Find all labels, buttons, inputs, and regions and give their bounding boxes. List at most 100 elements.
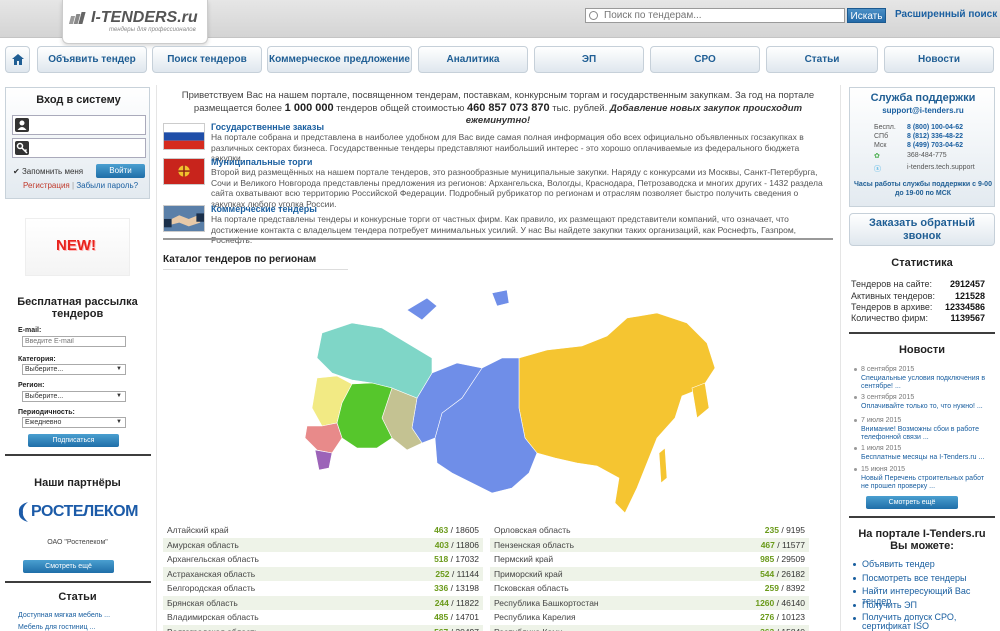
region-name[interactable]: Архангельская область <box>167 552 259 567</box>
map-region-sakhalin[interactable] <box>658 447 668 484</box>
rostelecom-logo[interactable]: РОСТЕЛЕКОМ <box>16 500 142 526</box>
map-region-kamchatka[interactable] <box>691 382 710 419</box>
region-row[interactable]: Брянская область 244 / 11822 <box>163 595 483 611</box>
news-link[interactable]: Специальные условия подключения в сентяб… <box>853 375 991 392</box>
support-skype[interactable]: i-tenders.tech.support <box>907 164 975 171</box>
nav-articles[interactable]: Статьи <box>766 46 878 73</box>
remember-me-checkbox[interactable]: ✔ Запомнить меня <box>13 167 83 176</box>
region-select[interactable]: Выберите... ▼ <box>22 391 126 402</box>
region-name[interactable]: Псковская область <box>494 581 569 596</box>
region-row[interactable]: Пензенская область 467 / 11577 <box>490 537 809 553</box>
password-field[interactable] <box>12 138 146 158</box>
region-name[interactable]: Астраханская область <box>167 567 255 582</box>
can-do-link[interactable]: Получить допуск СРО, сертификат ISO <box>853 613 1000 631</box>
news-link[interactable]: Бесплатные месяцы на I-Tenders.ru ... <box>853 454 991 463</box>
region-name[interactable]: Республика Башкортостан <box>494 596 599 611</box>
news-item[interactable]: 7 июля 2015 Внимание! Возможны сбои в раб… <box>853 417 991 443</box>
map-region-arctic-islands[interactable] <box>406 289 510 321</box>
region-row[interactable]: Архангельская область 518 / 17032 <box>163 552 483 567</box>
nav-search-tenders[interactable]: Поиск тендеров <box>152 46 262 73</box>
site-logo[interactable]: I-TENDERS.ru тендеры для профессионалов <box>62 0 208 44</box>
region-row[interactable]: Приморский край 544 / 26182 <box>490 566 809 582</box>
section-text: На портале представлены тендеры и конкур… <box>211 214 797 245</box>
news-link[interactable]: Новый Перечень строительных работ не про… <box>853 475 991 492</box>
news-link[interactable]: Оплачивайте только то, что нужно! ... <box>853 403 991 412</box>
region-name[interactable]: Пермский край <box>494 552 553 567</box>
region-row[interactable]: Алтайский край 463 / 18605 <box>163 523 483 538</box>
new-badge[interactable]: NEW! <box>25 218 130 276</box>
article-link[interactable]: Доступная мягкая мебель ... <box>18 612 110 619</box>
can-do-link[interactable]: Объявить тендер <box>853 559 935 569</box>
news-link[interactable]: Внимание! Возможны сбои в работе телефон… <box>853 426 991 443</box>
bullet-icon <box>854 368 857 371</box>
section-title[interactable]: Муниципальные торги <box>211 157 312 167</box>
news-item[interactable]: 3 сентября 2015 Оплачивайте только то, чт… <box>853 394 991 411</box>
can-do-link[interactable]: Получить ЭП <box>853 600 917 610</box>
region-name[interactable]: Орловская область <box>494 523 571 538</box>
region-row[interactable]: Владимирская область 485 / 14701 <box>163 610 483 625</box>
can-do-link[interactable]: Посмотреть все тендеры <box>853 573 967 583</box>
region-row[interactable]: Волгоградская область 567 / 20497 <box>163 624 483 631</box>
count-separator: / <box>448 597 456 608</box>
news-more-button[interactable]: Смотреть ещё <box>866 496 958 509</box>
region-row[interactable]: Республика Башкортостан 1260 / 46140 <box>490 595 809 611</box>
username-field[interactable] <box>12 115 146 135</box>
partners-more-button[interactable]: Смотреть ещё <box>23 560 114 573</box>
region-row[interactable]: Орловская область 235 / 9195 <box>490 523 809 538</box>
russia-regions-map[interactable] <box>297 288 720 520</box>
icq-icon: ✿ <box>874 153 880 160</box>
search-button[interactable]: Искать <box>847 8 886 23</box>
support-phone[interactable]: 8 (499) 703-04-62 <box>907 142 963 149</box>
period-select[interactable]: Ежедневно ▼ <box>22 417 126 428</box>
region-name[interactable]: Республика Карелия <box>494 610 576 625</box>
news-item[interactable]: 1 июля 2015 Бесплатные месяцы на I-Tender… <box>853 445 991 462</box>
news-item[interactable]: 8 сентября 2015 Специальные условия подкл… <box>853 366 991 392</box>
map-region-far-east[interactable] <box>518 312 716 514</box>
region-row[interactable]: Республика Коми 363 / 15840 <box>490 624 809 631</box>
nav-analytics[interactable]: Аналитика <box>418 46 528 73</box>
nav-ep[interactable]: ЭП <box>534 46 644 73</box>
article-link[interactable]: Мебель для гостиниц ... <box>18 624 95 631</box>
section-title[interactable]: Государственные заказы <box>211 122 324 132</box>
search-input[interactable] <box>585 8 845 23</box>
region-row[interactable]: Амурская область 403 / 11806 <box>163 537 483 553</box>
region-row[interactable]: Пермский край 985 / 29509 <box>490 552 809 567</box>
email-field[interactable] <box>22 336 126 347</box>
region-name[interactable]: Брянская область <box>167 596 238 611</box>
support-email-link[interactable]: support@i-tenders.ru <box>850 106 996 115</box>
region-name[interactable]: Белгородская область <box>167 581 255 596</box>
category-select[interactable]: Выберите... ▼ <box>22 364 126 375</box>
region-name[interactable]: Республика Коми <box>494 625 563 631</box>
subscribe-button[interactable]: Подписаться <box>28 434 119 447</box>
region-name[interactable]: Владимирская область <box>167 610 259 625</box>
callback-button[interactable]: Заказать обратный звонок <box>849 213 995 246</box>
region-row[interactable]: Республика Карелия 276 / 10123 <box>490 610 809 625</box>
nav-news[interactable]: Новости <box>884 46 994 73</box>
home-button[interactable] <box>5 46 30 73</box>
map-region-north-caucasus[interactable] <box>314 449 333 471</box>
advanced-search-link[interactable]: Расширенный поиск <box>895 9 997 20</box>
register-link[interactable]: Регистрация <box>23 181 70 190</box>
region-name[interactable]: Алтайский край <box>167 523 229 538</box>
home-icon <box>12 54 24 65</box>
support-phone[interactable]: 8 (812) 336-48-22 <box>907 133 963 140</box>
logo-bars-icon <box>68 12 86 24</box>
nav-sro[interactable]: СРО <box>650 46 760 73</box>
region-name[interactable]: Приморский край <box>494 567 563 582</box>
login-button[interactable]: Войти <box>96 164 145 178</box>
region-name[interactable]: Волгоградская область <box>167 625 259 631</box>
support-phone[interactable]: 8 (800) 100-04-62 <box>907 124 963 131</box>
region-name[interactable]: Амурская область <box>167 538 239 553</box>
region-row[interactable]: Белгородская область 336 / 13198 <box>163 581 483 596</box>
nav-announce-tender[interactable]: Объявить тендер <box>37 46 147 73</box>
region-name[interactable]: Пензенская область <box>494 538 574 553</box>
support-icq[interactable]: 368-484-775 <box>907 152 947 159</box>
region-row[interactable]: Астраханская область 252 / 11144 <box>163 566 483 582</box>
map-region-south[interactable] <box>304 422 343 454</box>
region-row[interactable]: Псковская область 259 / 8392 <box>490 581 809 596</box>
news-item[interactable]: 15 июня 2015 Новый Перечень строительных … <box>853 466 991 492</box>
nav-commercial-offer[interactable]: Коммерческое предложение <box>267 46 412 73</box>
forgot-password-link[interactable]: Забыли пароль? <box>76 181 138 190</box>
section-title[interactable]: Коммерческие тендеры <box>211 204 317 214</box>
region-count: 544 / 26182 <box>760 567 805 582</box>
